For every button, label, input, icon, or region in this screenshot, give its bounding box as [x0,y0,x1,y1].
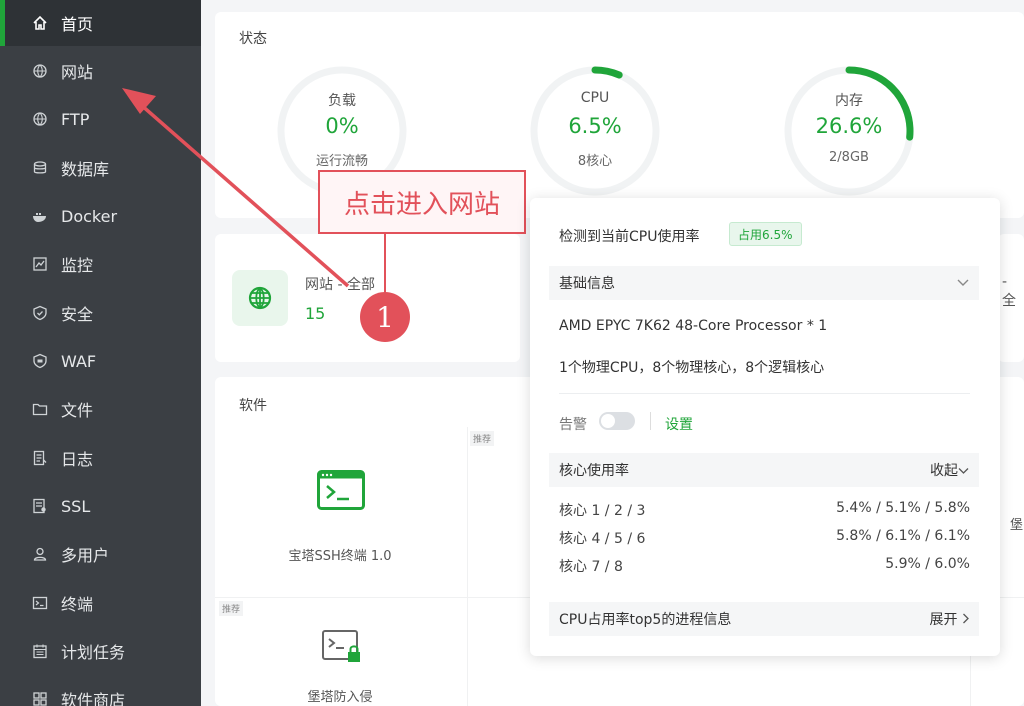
core-row-label: 核心 7 / 8 [559,559,623,575]
core-row-value: 5.4% / 5.1% / 5.8% [836,500,970,516]
toggle-knob [601,414,615,428]
chevron-right-icon [963,613,969,624]
divider [650,412,651,430]
expand-label: 展开 [929,612,958,628]
collapse-label: 收起 [930,463,958,479]
popup-heading: 检测到当前CPU使用率 [559,229,700,245]
annotation-step-badge: 1 [360,292,410,342]
cpu-detail-popup: 检测到当前CPU使用率 占用6.5% 基础信息 AMD EPYC 7K62 48… [530,198,1000,656]
core-usage-row: 核心 4 / 5 / 6 5.8% / 6.1% / 6.1% [559,528,970,548]
expand-button[interactable]: 展开 [930,609,969,629]
chevron-down-icon[interactable] [957,275,969,291]
core-row-label: 核心 1 / 2 / 3 [559,503,646,519]
chevron-down-icon [958,468,969,474]
cpu-usage-tag: 占用6.5% [729,222,802,246]
basic-info-title: 基础信息 [559,276,615,292]
top5-title: CPU占用率top5的进程信息 [559,612,732,628]
processor-model: AMD EPYC 7K62 48-Core Processor * 1 [559,318,828,334]
settings-link[interactable]: 设置 [665,414,693,434]
alarm-toggle[interactable] [599,412,635,430]
basic-info-section[interactable]: 基础信息 [549,266,979,300]
top5-process-section: CPU占用率top5的进程信息 展开 [549,602,979,636]
core-usage-title: 核心使用率 [559,463,629,479]
alarm-label: 告警 [559,417,587,433]
core-row-value: 5.9% / 6.0% [885,556,970,572]
core-usage-row: 核心 7 / 8 5.9% / 6.0% [559,556,970,576]
core-usage-row: 核心 1 / 2 / 3 5.4% / 5.1% / 5.8% [559,500,970,520]
core-usage-section: 核心使用率 收起 [549,453,979,487]
divider [559,393,970,394]
collapse-button[interactable]: 收起 [930,460,969,480]
annotation-callout: 点击进入网站 [318,170,526,234]
core-row-value: 5.8% / 6.1% / 6.1% [836,528,970,544]
core-row-label: 核心 4 / 5 / 6 [559,531,646,547]
cpu-cores-description: 1个物理CPU，8个物理核心，8个逻辑核心 [559,360,825,376]
